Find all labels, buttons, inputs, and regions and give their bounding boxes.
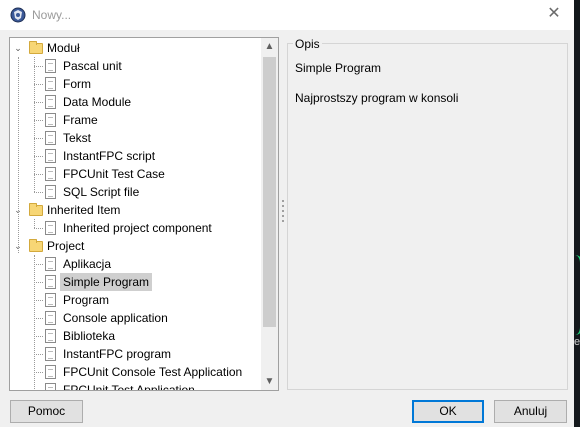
tree-item-label: Data Module — [63, 95, 132, 109]
tree-item-label: InstantFPC program — [63, 347, 172, 361]
document-icon — [45, 185, 56, 199]
tree-item-label: Aplikacja — [63, 257, 112, 271]
tree-scrollbar[interactable]: ▲ ▼ — [261, 38, 278, 390]
document-icon — [45, 365, 56, 379]
document-icon — [45, 221, 56, 235]
cancel-button[interactable]: Anuluj — [494, 400, 567, 423]
tree-item-label: InstantFPC script — [63, 149, 156, 163]
description-legend: Opis — [293, 37, 322, 51]
lazarus-app-icon — [10, 7, 26, 23]
tree-item-label: FPCUnit Test Case — [63, 167, 165, 181]
document-icon — [45, 329, 56, 343]
tree-item-label: Inherited project component — [63, 221, 212, 235]
ok-button[interactable]: OK — [412, 400, 484, 423]
scroll-down-icon[interactable]: ▼ — [261, 373, 278, 390]
document-icon — [45, 293, 56, 307]
folder-icon — [29, 41, 43, 54]
tree-item-label: FPCUnit Console Test Application — [63, 365, 243, 379]
close-icon[interactable]: ✕ — [544, 4, 564, 24]
document-icon — [45, 257, 56, 271]
description-title: Simple Program — [295, 61, 382, 75]
tree-folder-label: Inherited Item — [47, 203, 121, 217]
scroll-up-icon[interactable]: ▲ — [261, 38, 278, 55]
scroll-thumb[interactable] — [263, 57, 276, 327]
document-icon — [45, 131, 56, 145]
document-icon — [45, 383, 56, 390]
tree-item-label: Biblioteka — [63, 329, 116, 343]
title-bar: Nowy... ✕ — [0, 0, 574, 30]
tree-item-label: Frame — [63, 113, 98, 127]
tree-item-label: Program — [63, 293, 110, 307]
folder-icon — [29, 203, 43, 216]
item-tree[interactable]: ⌄ Moduł Pascal unit Form Data Module Frame Tek… — [9, 37, 279, 391]
tree-folder-label: Project — [47, 239, 85, 253]
document-icon — [45, 167, 56, 181]
tree-item-label: Console application — [63, 311, 168, 325]
folder-icon — [29, 239, 43, 252]
document-icon — [45, 95, 56, 109]
expand-chevron-icon[interactable]: ⌄ — [13, 39, 23, 57]
background-graphic — [575, 255, 580, 335]
document-icon — [45, 149, 56, 163]
document-icon — [45, 347, 56, 361]
document-icon — [45, 275, 56, 289]
window-title: Nowy... — [32, 8, 72, 22]
tree-item-label: Simple Program — [60, 273, 153, 291]
tree-item-label: Tekst — [63, 131, 92, 145]
description-text: Najprostszy program w konsoli — [295, 91, 459, 105]
document-icon — [45, 311, 56, 325]
tree-item-label: FPCUnit Test Application — [63, 383, 195, 391]
document-icon — [45, 59, 56, 73]
tree-item-label: SQL Script file — [63, 185, 140, 199]
document-icon — [45, 77, 56, 91]
document-icon — [45, 113, 56, 127]
tree-folder-label: Moduł — [47, 41, 80, 55]
splitter-handle[interactable] — [282, 200, 285, 230]
help-button[interactable]: Pomoc — [10, 400, 83, 423]
tree-item-label: Pascal unit — [63, 59, 122, 73]
new-item-dialog: Nowy... ✕ ⌄ Moduł Pascal unit Form Data Modu… — [0, 0, 574, 427]
background-text: er — [574, 336, 580, 348]
background-window: er — [574, 0, 580, 427]
tree-item-label: Form — [63, 77, 91, 91]
